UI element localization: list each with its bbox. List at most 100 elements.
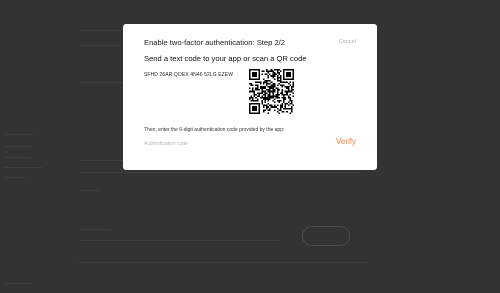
qr-module [281,86,284,88]
qr-module [252,89,254,91]
qr-module [252,72,254,74]
qr-module [276,92,279,94]
qr-module [266,69,268,71]
qr-module [272,100,274,102]
qr-module [273,84,276,87]
qr-module [280,84,282,87]
qr-module [286,107,288,110]
qr-module [281,81,284,83]
qr-module [292,92,294,94]
qr-module [287,69,290,71]
qr-module [262,93,265,96]
qr-module [270,87,273,90]
cancel-button[interactable]: Cancel [339,39,356,45]
qr-module [290,110,293,113]
bg-sidebar-item [4,177,26,178]
qr-module [275,93,277,96]
qr-module [290,103,293,105]
qr-module [281,106,284,108]
qr-module [252,98,254,101]
qr-module [286,93,288,96]
qr-module [255,73,257,76]
qr-module [280,81,282,83]
qr-module [256,81,259,83]
qr-module [262,104,265,107]
qr-module [289,69,291,71]
qr-module [286,86,288,88]
authentication-code-input[interactable] [144,138,284,150]
qr-module [290,100,293,102]
qr-module [292,86,294,88]
qr-module [262,87,265,90]
qr-module [280,79,282,82]
two-factor-modal: Enable two-factor authentication: Step 2… [123,24,377,170]
bg-label [80,190,100,191]
qr-module [264,81,267,83]
qr-module [255,93,257,96]
qr-module [266,79,268,82]
qr-module [253,72,256,74]
qr-module [283,96,285,99]
qr-module [262,90,265,93]
qr-module [284,96,287,99]
qr-module [289,72,291,74]
secret-code: SFHD 26AR QOEX 4N46 52LG EZEW [144,72,234,78]
qr-module [256,86,259,88]
bg-divider [80,172,360,173]
qr-module [272,84,274,87]
qr-module [255,78,257,80]
qr-module [269,96,271,99]
qr-module [255,75,257,77]
qr-module [287,90,290,93]
qr-module [276,75,279,77]
qr-module [278,79,281,82]
qr-module [261,70,263,73]
qr-module [266,104,268,107]
qr-module [284,104,287,107]
qr-module [269,89,271,91]
qr-module [278,82,281,85]
qr-module [256,95,259,97]
instruction-text: Then, enter the 6-digit authentication c… [144,127,285,133]
qr-module [275,106,277,108]
qr-module [283,100,285,102]
qr-module [267,75,270,77]
qr-module [258,95,260,97]
qr-module [250,78,253,80]
qr-module [273,72,276,74]
qr-module [253,69,256,71]
qr-module [275,96,277,99]
qr-module [290,107,293,110]
qr-module [253,100,256,102]
qr-module [276,76,279,79]
qr-module [287,87,290,90]
qr-module [290,90,293,93]
qr-module [252,75,254,77]
qr-module [273,73,276,76]
qr-module [278,109,281,111]
qr-module [267,112,270,114]
qr-module [273,78,276,80]
qr-module [286,69,288,71]
qr-module [284,90,287,93]
bg-sidebar-item [4,167,42,168]
verify-button[interactable]: Verify [336,137,356,146]
bg-sidebar-item [4,134,34,135]
qr-module [249,96,251,99]
qr-module [270,75,273,77]
qr-module [269,93,271,96]
qr-module [272,106,274,108]
qr-module [255,69,257,71]
qr-module [267,98,270,101]
qr-module [250,100,253,102]
qr-module [267,82,270,85]
qr-module [262,70,265,73]
qr-module [266,73,268,76]
qr-module [270,86,273,88]
qr-module [281,110,284,113]
qr-module [270,90,273,93]
qr-module [266,98,268,101]
qr-module [272,95,274,97]
qr-module [272,72,274,74]
qr-module [252,100,254,102]
